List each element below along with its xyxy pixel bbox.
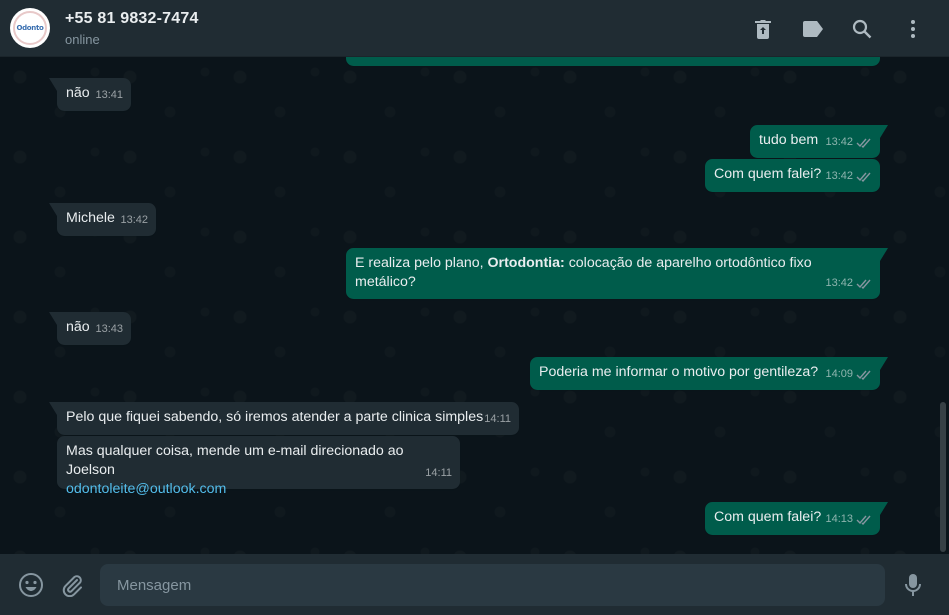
double-check-icon [856,138,871,148]
message-input[interactable] [100,564,885,606]
message-text: não [66,85,90,101]
message-outgoing[interactable]: tudo bem 13:42 [750,125,888,158]
message-outgoing[interactable]: Com quem falei? 14:13 [705,502,888,535]
email-link[interactable]: odontoleite@outlook.com [66,480,451,499]
message-time: 14:11 [484,413,511,425]
message-time: 13:41 [95,89,123,101]
avatar[interactable]: Odonto [10,8,50,48]
delete-icon[interactable] [751,17,775,41]
message-text: Poderia me informar o motivo por gentile… [539,364,819,380]
message-time: 13:42 [825,167,872,186]
message-time: 14:09 [825,365,872,384]
message-text: Pelo que fiquei sabendo, só iremos atend… [66,409,484,425]
label-icon[interactable] [801,17,825,41]
emoji-icon[interactable] [18,572,44,598]
message-text: Com quem falei? [714,166,822,182]
menu-icon[interactable] [901,17,925,41]
scrollbar[interactable] [940,402,946,552]
message-time: 13:43 [95,323,123,335]
composer [0,554,949,615]
message-text: Michele [66,210,115,226]
message-list[interactable]: não 13:41 tudo bem 13:42 Com quem falei?… [0,57,949,554]
double-check-icon [856,515,871,525]
message-incoming[interactable]: Mas qualquer coisa, mende um e-mail dire… [57,436,460,497]
message-outgoing[interactable]: Com quem falei? 13:42 [705,159,880,192]
double-check-icon [856,279,871,289]
message-time: 13:42 [120,214,148,226]
message-incoming[interactable]: Pelo que fiquei sabendo, só iremos atend… [49,402,519,435]
message-time: 13:42 [825,133,872,152]
search-icon[interactable] [850,17,874,41]
contact-status: online [65,32,100,47]
message-text: Com quem falei? [714,509,822,525]
message-text: tudo bem [759,132,819,148]
message-time: 14:11 [425,467,452,479]
message-time: 14:13 [825,510,872,529]
avatar-logo-text: Odonto [16,24,44,32]
message-time: 13:42 [825,274,872,293]
message-outgoing[interactable]: E realiza pelo plano, Ortodontia: coloca… [346,248,888,299]
message-text: E realiza pelo plano, Ortodontia: coloca… [355,255,812,290]
message-incoming[interactable]: não 13:43 [49,312,131,345]
double-check-icon [856,370,871,380]
contact-name: +55 81 9832-7474 [65,10,199,27]
avatar-logo: Odonto [13,11,47,45]
message-text: Mas qualquer coisa, mende um e-mail dire… [66,443,404,478]
chat-header: Odonto +55 81 9832-7474 online [0,0,949,57]
message-incoming[interactable]: Michele 13:42 [49,203,156,236]
contact-info[interactable]: +55 81 9832-7474 online [65,10,199,47]
message-bubble-cutoff[interactable] [346,57,880,66]
attach-icon[interactable] [59,572,85,598]
message-incoming[interactable]: não 13:41 [49,78,131,111]
microphone-icon[interactable] [900,572,926,598]
double-check-icon [856,172,871,182]
message-text: não [66,319,90,335]
message-outgoing[interactable]: Poderia me informar o motivo por gentile… [530,357,888,390]
